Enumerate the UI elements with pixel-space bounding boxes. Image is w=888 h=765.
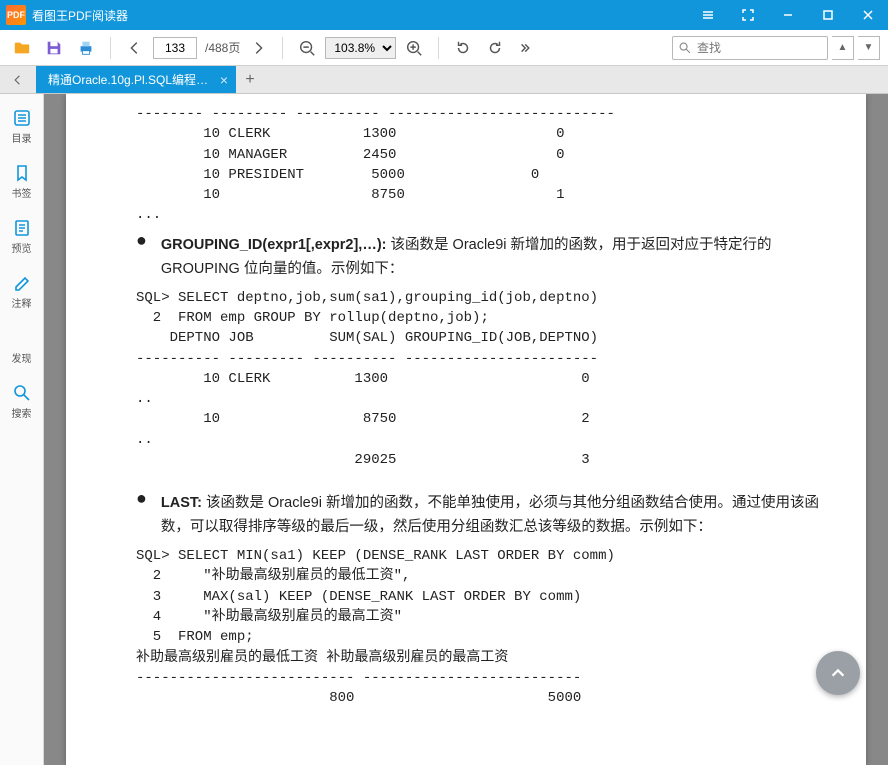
close-button[interactable] [848,0,888,30]
paragraph-last: LAST: 该函数是 Oracle9i 新增加的函数，不能单独使用，必须与其他分… [161,492,836,540]
fullscreen-button[interactable] [728,0,768,30]
rotate-left-button[interactable] [449,34,477,62]
prev-page-button[interactable] [121,34,149,62]
toolbar: /488页 103.8% ▲ ▼ [0,30,888,66]
zoom-in-button[interactable] [400,34,428,62]
discover-icon [12,328,32,348]
sidebar-label: 预览 [12,240,32,255]
bullet-icon: ● [136,226,147,288]
menu-button[interactable] [688,0,728,30]
paragraph-grouping-id: GROUPING_ID(expr1[,expr2],…): 该函数是 Oracl… [161,234,836,282]
tabstrip: 精通Oracle.10g.Pl.SQL编程-百... × + [0,66,888,94]
sidebar-label: 书签 [12,185,32,200]
search-sidebar-icon [12,383,32,403]
more-tools-button[interactable] [513,34,541,62]
bookmark-icon [12,163,32,183]
sidebar-item-annotate[interactable]: 注释 [2,267,42,316]
tab-close-icon[interactable]: × [220,72,228,88]
page-number-input[interactable] [153,37,197,59]
minimize-button[interactable] [768,0,808,30]
sidebar-item-preview[interactable]: 预览 [2,212,42,261]
sidebar-item-bookmark[interactable]: 书签 [2,157,42,206]
document-viewer[interactable]: -------- --------- ---------- ----------… [44,94,888,765]
separator [110,37,111,59]
sidebar: 目录 书签 预览 注释 发现 [0,94,44,765]
code-block-top: -------- --------- ---------- ----------… [136,104,836,226]
zoom-select[interactable]: 103.8% [325,37,396,59]
sidebar-item-discover[interactable]: 发现 [2,322,42,371]
save-button[interactable] [40,34,68,62]
code-block-grouping: SQL> SELECT deptno,job,sum(sa1),grouping… [136,288,836,471]
tab-back-button[interactable] [0,66,36,93]
page-total-label: /488页 [205,39,240,56]
separator [282,37,283,59]
next-page-button[interactable] [244,34,272,62]
search-next-button[interactable]: ▼ [858,36,880,60]
search-input[interactable] [697,41,827,55]
sidebar-item-search[interactable]: 搜索 [2,377,42,426]
search-prev-button[interactable]: ▲ [832,36,854,60]
code-block-last: SQL> SELECT MIN(sa1) KEEP (DENSE_RANK LA… [136,546,836,708]
sidebar-item-toc[interactable]: 目录 [2,102,42,151]
search-icon [673,41,697,55]
tab-label: 精通Oracle.10g.Pl.SQL编程-百... [48,71,212,88]
sidebar-label: 目录 [12,130,32,145]
zoom-out-button[interactable] [293,34,321,62]
bullet-icon: ● [136,484,147,546]
scroll-to-top-button[interactable] [816,651,860,695]
toc-icon [12,108,32,128]
search-box [672,36,828,60]
app-title: 看图王PDF阅读器 [32,7,688,24]
sidebar-label: 发现 [12,350,32,365]
print-button[interactable] [72,34,100,62]
app-icon: PDF [6,5,26,25]
maximize-button[interactable] [808,0,848,30]
annotate-icon [12,273,32,293]
separator [438,37,439,59]
open-file-button[interactable] [8,34,36,62]
sidebar-label: 搜索 [12,405,32,420]
new-tab-button[interactable]: + [236,66,264,93]
sidebar-label: 注释 [12,295,32,310]
pdf-page: -------- --------- ---------- ----------… [66,94,866,765]
rotate-right-button[interactable] [481,34,509,62]
titlebar: PDF 看图王PDF阅读器 [0,0,888,30]
main-area: 目录 书签 预览 注释 发现 [0,94,888,765]
preview-icon [12,218,32,238]
tab-active[interactable]: 精通Oracle.10g.Pl.SQL编程-百... × [36,66,236,93]
